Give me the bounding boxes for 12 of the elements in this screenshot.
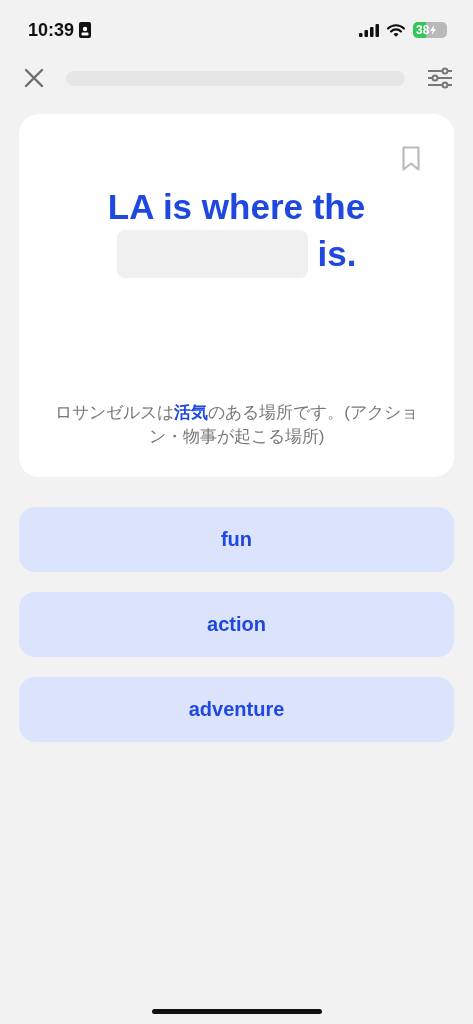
wifi-icon xyxy=(387,23,405,37)
status-time: 10:39 xyxy=(28,19,75,41)
settings-icon[interactable] xyxy=(427,67,453,89)
id-badge-icon xyxy=(79,22,92,38)
translation-text: ロサンゼルスは活気のある場所です。(アクション・物事が起こる場所) xyxy=(54,402,419,448)
answer-choice[interactable]: adventure xyxy=(19,677,454,742)
signal-icon xyxy=(359,23,379,37)
answer-choice[interactable]: action xyxy=(19,592,454,657)
answer-choice[interactable]: fun xyxy=(19,507,454,572)
close-icon[interactable] xyxy=(24,68,44,88)
sentence-text: LA is where the xyxy=(106,186,367,228)
sentence-text: is. xyxy=(317,233,357,275)
